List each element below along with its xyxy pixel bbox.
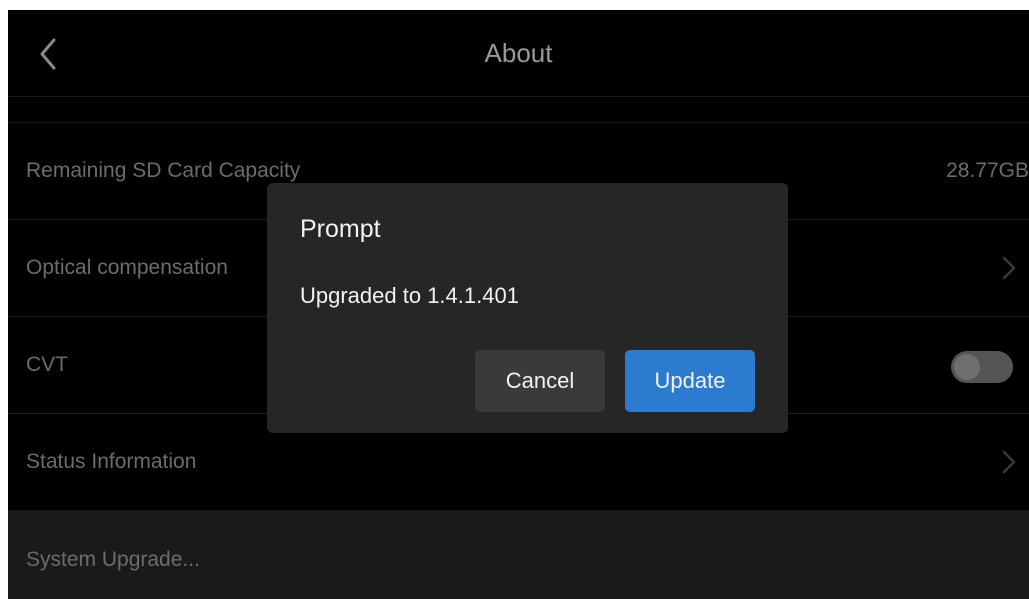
- top-bar: About: [8, 10, 1029, 97]
- row-label: Status Information: [26, 450, 197, 473]
- dialog-title: Prompt: [300, 215, 381, 243]
- row-label: Remaining SD Card Capacity: [26, 159, 301, 182]
- chevron-right-icon: [1002, 450, 1016, 474]
- cvt-toggle[interactable]: [951, 351, 1013, 383]
- dialog-message: Upgraded to 1.4.1.401: [300, 283, 519, 308]
- page-title: About: [484, 38, 553, 68]
- row-label: Optical compensation: [26, 256, 228, 279]
- row-system-upgrade[interactable]: System Upgrade...: [8, 510, 1029, 599]
- spacer-row: [8, 97, 1029, 123]
- row-label: CVT: [26, 353, 68, 376]
- toggle-knob: [954, 354, 980, 380]
- cancel-button[interactable]: Cancel: [475, 350, 605, 412]
- prompt-dialog: Prompt Upgraded to 1.4.1.401 Cancel Upda…: [267, 183, 788, 433]
- chevron-right-icon: [1002, 256, 1016, 280]
- update-button[interactable]: Update: [625, 350, 755, 412]
- sd-capacity-value: 28.77GB: [946, 159, 1029, 182]
- row-label: System Upgrade...: [26, 548, 200, 571]
- about-screen: About Remaining SD Card Capacity 28.77GB…: [8, 10, 1029, 599]
